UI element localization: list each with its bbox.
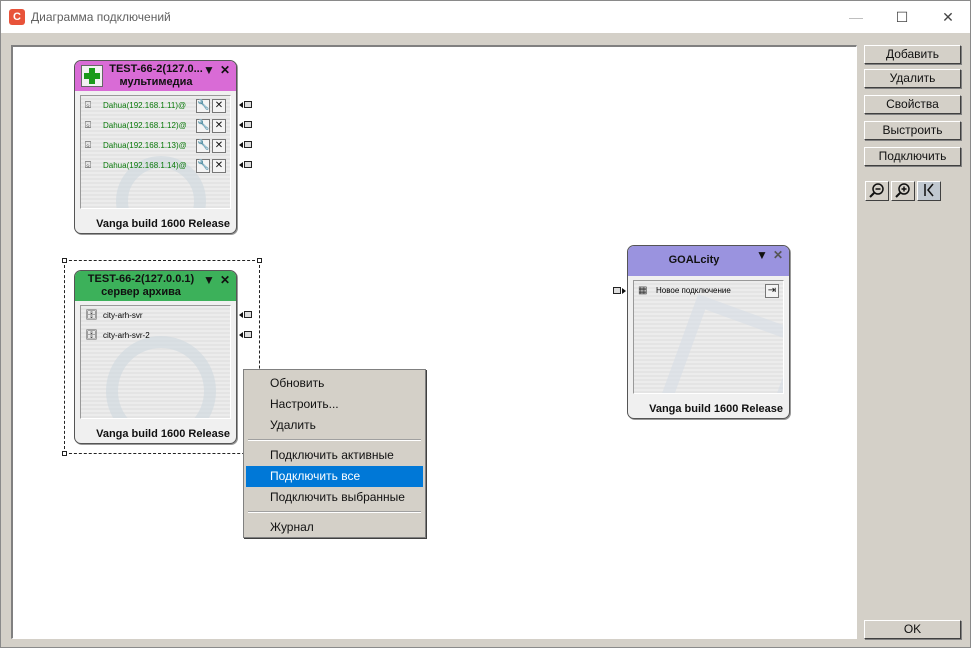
list-item[interactable]: ▦ Новое подключение ⇥	[634, 281, 783, 301]
connect-arrow-icon[interactable]: ⇥	[765, 284, 779, 298]
list-item[interactable]: ⌺ Dahua(192.168.1.12)@ 🔧 ✕	[81, 116, 230, 136]
node-footer: Vanga build 1600 Release	[649, 403, 783, 415]
node-body: ⌺ Dahua(192.168.1.11)@ 🔧 ✕ ⌺ Dahua(192.1…	[80, 95, 231, 209]
device-label: Dahua(192.168.1.13)@	[103, 141, 187, 150]
node-footer: Vanga build 1600 Release	[96, 218, 230, 230]
close-node-icon[interactable]: ✕	[220, 63, 230, 77]
settings-wrench-icon[interactable]: 🔧	[196, 159, 210, 173]
device-label: Dahua(192.168.1.14)@	[103, 161, 187, 170]
node-header[interactable]: TEST-66-2(127.0.0.1) сервер архива ▼ ✕	[75, 271, 236, 301]
node-header[interactable]: TEST-66-2(127.0... мультимедиа ▼ ✕	[75, 61, 236, 91]
add-camera-icon[interactable]	[81, 65, 103, 87]
server-icon: 🗄	[85, 330, 98, 341]
window-title: Диаграмма подключений	[31, 10, 171, 24]
node-title-line2: сервер архива	[101, 286, 181, 298]
delete-button[interactable]: Удалить	[864, 69, 961, 88]
node-title-line1: TEST-66-2(127.0.0.1)	[87, 273, 195, 285]
collapse-icon[interactable]: ▼	[203, 273, 215, 287]
context-menu: Обновить Настроить... Удалить Подключить…	[243, 369, 426, 538]
close-node-icon[interactable]: ✕	[773, 248, 783, 262]
node-goalcity[interactable]: GOALcity ▼ ✕ ▦ Новое подключение ⇥ Vanga…	[627, 245, 790, 419]
selection-handle[interactable]	[257, 258, 262, 263]
list-item[interactable]: ⌺ Dahua(192.168.1.11)@ 🔧 ✕	[81, 96, 230, 116]
connect-button[interactable]: Подключить	[864, 147, 961, 166]
menu-item-delete[interactable]: Удалить	[246, 415, 423, 436]
arrange-button[interactable]: Выстроить	[864, 121, 961, 140]
title-bar: C Диаграмма подключений — ☐ ✕	[1, 1, 970, 33]
add-button[interactable]: Добавить	[864, 45, 961, 64]
menu-separator	[248, 439, 421, 441]
selection-handle[interactable]	[62, 451, 67, 456]
node-body: ▦ Новое подключение ⇥	[633, 280, 784, 394]
collapse-icon[interactable]: ▼	[203, 63, 215, 77]
device-label: Dahua(192.168.1.12)@	[103, 121, 187, 130]
node-header[interactable]: GOALcity ▼ ✕	[628, 246, 789, 276]
camera-icon: ⌺	[85, 160, 91, 171]
sidebar: Добавить Удалить Свойства Выстроить Подк…	[859, 45, 970, 645]
node-footer: Vanga build 1600 Release	[96, 428, 230, 440]
menu-item-connect-active[interactable]: Подключить активные	[246, 445, 423, 466]
zoom-out-icon[interactable]	[865, 181, 889, 201]
node-title-line2: мультимедиа	[119, 76, 193, 88]
server-label: city-arh-svr-2	[103, 331, 150, 340]
app-logo-icon: C	[9, 9, 25, 25]
list-item[interactable]: ⌺ Dahua(192.168.1.13)@ 🔧 ✕	[81, 136, 230, 156]
menu-separator	[248, 511, 421, 513]
watermark-map-icon	[657, 294, 783, 393]
menu-item-connect-selected[interactable]: Подключить выбранные	[246, 487, 423, 508]
settings-wrench-icon[interactable]: 🔧	[196, 139, 210, 153]
settings-wrench-icon[interactable]: 🔧	[196, 119, 210, 133]
list-item[interactable]: 🗄 city-arh-svr	[81, 306, 230, 326]
diagram-canvas[interactable]: TEST-66-2(127.0... мультимедиа ▼ ✕ ⌺ Dah…	[11, 45, 857, 639]
close-node-icon[interactable]: ✕	[220, 273, 230, 287]
remove-icon[interactable]: ✕	[212, 119, 226, 133]
list-item[interactable]: ⌺ Dahua(192.168.1.14)@ 🔧 ✕	[81, 156, 230, 176]
node-archive-server[interactable]: TEST-66-2(127.0.0.1) сервер архива ▼ ✕ 🗄…	[74, 270, 237, 444]
node-multimedia[interactable]: TEST-66-2(127.0... мультимедиа ▼ ✕ ⌺ Dah…	[74, 60, 237, 234]
connection-label: Новое подключение	[656, 286, 731, 295]
remove-icon[interactable]: ✕	[212, 159, 226, 173]
connection-diagram-window: C Диаграмма подключений — ☐ ✕ TEST-66-2(…	[0, 0, 971, 648]
fit-view-icon[interactable]	[917, 181, 941, 201]
zoom-in-icon[interactable]	[891, 181, 915, 201]
node-body: 🗄 city-arh-svr 🗄 city-arh-svr-2	[80, 305, 231, 419]
camera-icon: ⌺	[85, 100, 91, 111]
menu-item-log[interactable]: Журнал	[246, 517, 423, 538]
device-label: Dahua(192.168.1.11)@	[103, 101, 187, 110]
connection-icon: ▦	[638, 285, 648, 296]
server-label: city-arh-svr	[103, 311, 143, 320]
ok-button[interactable]: OK	[864, 620, 961, 639]
collapse-icon[interactable]: ▼	[756, 248, 768, 262]
menu-item-configure[interactable]: Настроить...	[246, 394, 423, 415]
maximize-button[interactable]: ☐	[879, 1, 925, 33]
camera-icon: ⌺	[85, 140, 91, 151]
camera-icon: ⌺	[85, 120, 91, 131]
minimize-button[interactable]: —	[833, 1, 879, 33]
remove-icon[interactable]: ✕	[212, 139, 226, 153]
selection-handle[interactable]	[62, 258, 67, 263]
node-title: GOALcity	[668, 254, 720, 266]
remove-icon[interactable]: ✕	[212, 99, 226, 113]
server-icon: 🗄	[85, 310, 98, 321]
menu-item-refresh[interactable]: Обновить	[246, 373, 423, 394]
menu-item-connect-all[interactable]: Подключить все	[246, 466, 423, 487]
properties-button[interactable]: Свойства	[864, 95, 961, 114]
list-item[interactable]: 🗄 city-arh-svr-2	[81, 326, 230, 346]
settings-wrench-icon[interactable]: 🔧	[196, 99, 210, 113]
close-button[interactable]: ✕	[925, 1, 971, 33]
watermark-logo-icon	[106, 336, 216, 418]
node-title-line1: TEST-66-2(127.0...	[109, 63, 203, 75]
